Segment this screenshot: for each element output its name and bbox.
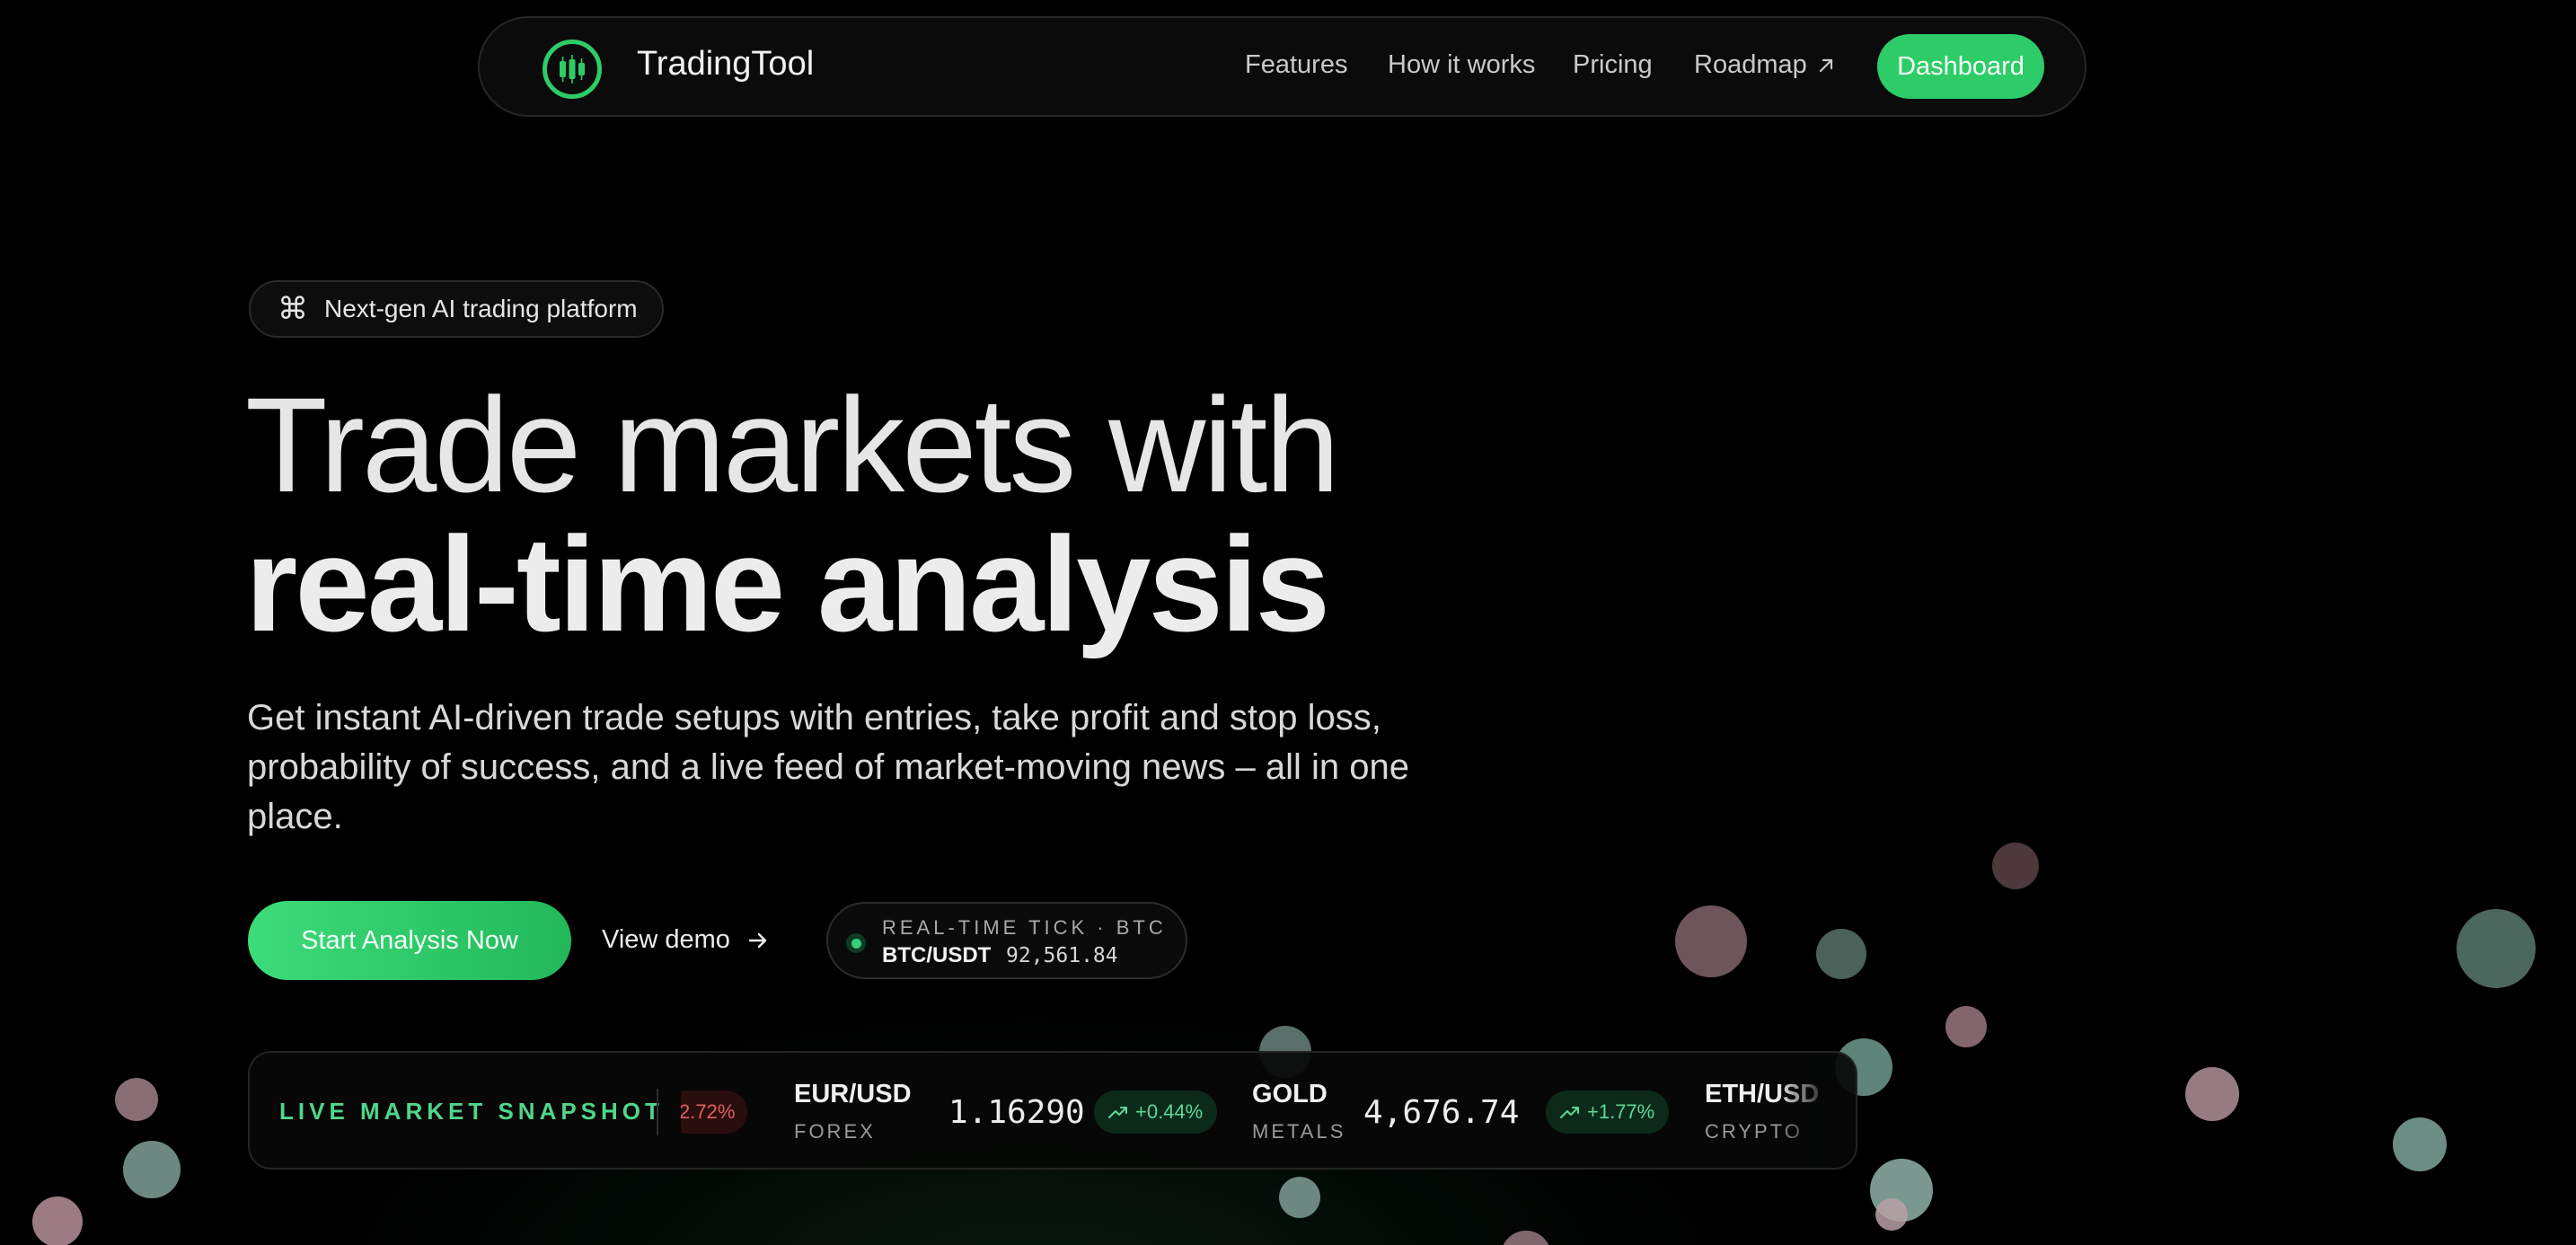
start-analysis-button[interactable]: Start Analysis Now bbox=[248, 901, 571, 980]
bubble bbox=[2393, 1117, 2447, 1171]
bubble bbox=[1816, 929, 1866, 979]
command-key-icon: ⌘ bbox=[278, 292, 308, 326]
asset-eur-usd[interactable]: EUR/USD FOREX bbox=[794, 1080, 912, 1143]
bubble bbox=[115, 1078, 158, 1121]
realtime-tick-card: REAL-TIME TICK · BTC BTC/USDT 92,561.84 bbox=[826, 902, 1187, 979]
bubble bbox=[1945, 1006, 1987, 1047]
tick-price: 92,561.84 bbox=[1006, 944, 1118, 967]
hero-badge-text: Next-gen AI trading platform bbox=[324, 295, 638, 322]
bubble bbox=[1992, 843, 2039, 889]
dashboard-button[interactable]: Dashboard bbox=[1877, 34, 2044, 99]
ticker-fade-edge bbox=[1777, 1053, 1831, 1168]
live-indicator-icon bbox=[846, 933, 866, 953]
top-navbar: TradingTool Features How it works Pricin… bbox=[478, 16, 2086, 117]
tick-label: REAL-TIME TICK · BTC bbox=[882, 916, 1167, 939]
snapshot-title: LIVE MARKET SNAPSHOT bbox=[279, 1098, 664, 1125]
hero-badge: ⌘ Next-gen AI trading platform bbox=[249, 280, 664, 338]
bubble bbox=[1875, 1198, 1908, 1231]
asset-category: METALS bbox=[1252, 1120, 1346, 1143]
bubble bbox=[2457, 909, 2536, 988]
logo-candlestick-icon[interactable] bbox=[543, 40, 602, 99]
snapshot-ticker-track: 2.72% EUR/USD FOREX 1.16290 +0.44% GOLD … bbox=[681, 1053, 1831, 1168]
bubble bbox=[1279, 1177, 1320, 1218]
nav-link-pricing[interactable]: Pricing bbox=[1573, 50, 1653, 80]
asset-name: GOLD bbox=[1252, 1080, 1328, 1108]
market-snapshot-bar: LIVE MARKET SNAPSHOT 2.72% EUR/USD FOREX… bbox=[248, 1051, 1857, 1170]
change-value: +1.77% bbox=[1587, 1100, 1655, 1123]
trend-up-icon bbox=[1560, 1107, 1579, 1118]
headline-line-1: Trade markets with bbox=[245, 369, 1340, 520]
brand-name[interactable]: TradingTool bbox=[637, 45, 814, 84]
nav-link-roadmap-label: Roadmap bbox=[1694, 50, 1807, 79]
change-badge-positive: +1.77% bbox=[1546, 1090, 1670, 1134]
asset-gold[interactable]: GOLD METALS bbox=[1252, 1080, 1345, 1143]
trend-up-icon bbox=[1108, 1107, 1127, 1118]
nav-link-how-it-works[interactable]: How it works bbox=[1388, 50, 1535, 80]
snapshot-divider bbox=[657, 1089, 658, 1135]
view-demo-label: View demo bbox=[602, 925, 730, 954]
change-badge-negative: 2.72% bbox=[681, 1090, 748, 1134]
headline-line-2: real-time analysis bbox=[245, 508, 1330, 659]
nav-link-roadmap[interactable]: Roadmap bbox=[1694, 50, 1836, 80]
change-badge-positive: +0.44% bbox=[1094, 1090, 1218, 1134]
change-value: +0.44% bbox=[1135, 1100, 1204, 1123]
tick-pair: BTC/USDT bbox=[882, 943, 992, 967]
bubble bbox=[123, 1141, 181, 1198]
external-arrow-icon bbox=[1819, 58, 1832, 72]
bubble bbox=[1675, 905, 1747, 977]
asset-price: 1.16290 bbox=[948, 1094, 1085, 1131]
bubble bbox=[32, 1196, 83, 1245]
view-demo-link[interactable]: View demo bbox=[602, 925, 770, 955]
asset-category: FOREX bbox=[794, 1120, 876, 1143]
nav-link-features[interactable]: Features bbox=[1245, 50, 1347, 80]
asset-name: EUR/USD bbox=[794, 1080, 912, 1108]
bubble bbox=[1501, 1231, 1551, 1245]
hero-subtitle: Get instant AI-driven trade setups with … bbox=[247, 698, 1410, 836]
bubble bbox=[2185, 1067, 2239, 1121]
asset-price: 4,676.74 bbox=[1363, 1094, 1520, 1131]
arrow-right-icon bbox=[748, 932, 767, 948]
